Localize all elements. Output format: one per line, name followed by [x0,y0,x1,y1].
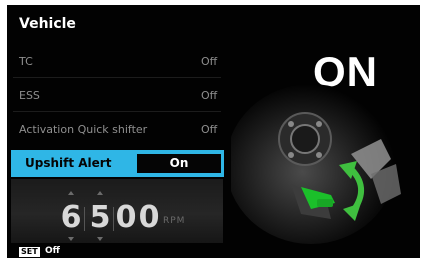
rpm-unit-label: RPM [163,216,186,226]
rpm-digit[interactable]: 5 [89,201,111,235]
digit-up-arrow-icon[interactable] [68,191,74,195]
divider [13,111,221,112]
menu-item-tc-label[interactable]: TC [19,55,33,68]
bolt-shape [288,152,294,158]
digit-down-arrow-icon[interactable] [68,237,74,241]
bolt-shape [288,121,294,127]
gear-hub-shape [290,124,320,154]
display-screen: Vehicle TC Off ESS Off Activation Quick … [7,5,420,258]
bolt-shape [316,152,322,158]
menu-item-ess-value[interactable]: Off [201,89,217,102]
menu-item-tc-value[interactable]: Off [201,55,217,68]
page-title: Vehicle [19,16,76,32]
menu-item-quick-shifter-value[interactable]: Off [201,123,217,136]
menu-item-quick-shifter-label[interactable]: Activation Quick shifter [19,123,147,136]
bolt-shape [316,121,322,127]
upshift-alert-toggle[interactable]: On [137,154,221,173]
pedal-tip-shape [317,199,333,207]
divider [13,77,221,78]
rpm-digit[interactable]: 6 [60,201,82,235]
menu-item-ess-label[interactable]: ESS [19,89,40,102]
rpm-selector[interactable]: 6 5 0 0 RPM [11,179,223,243]
set-button-badge: SET [19,247,40,257]
menu-item-upshift-alert[interactable]: Upshift Alert On [11,150,224,177]
digit-separator [84,207,85,231]
rpm-digit[interactable]: 0 [138,201,160,235]
upshift-alert-label: Upshift Alert [25,156,112,170]
quick-shifter-illustration [231,84,401,244]
rpm-digit[interactable]: 0 [115,201,137,235]
digit-separator [113,207,114,231]
digit-down-arrow-icon[interactable] [97,237,103,241]
set-hint-label: Off [45,246,60,256]
digit-up-arrow-icon[interactable] [97,191,103,195]
